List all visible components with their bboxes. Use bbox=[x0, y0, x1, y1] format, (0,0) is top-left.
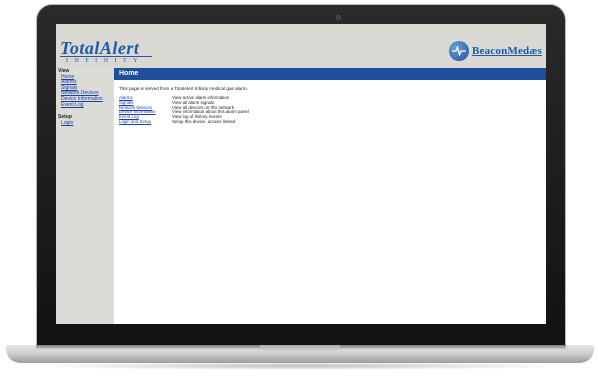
main-content: Home This page is served from a TotalAle… bbox=[114, 68, 546, 324]
intro-text: This page is served from a TotalAlert In… bbox=[119, 86, 248, 91]
laptop-shadow bbox=[24, 362, 576, 370]
beacon-wordmark: BeaconMedæs bbox=[471, 45, 542, 57]
infinity-wordmark: INFINITY bbox=[66, 58, 144, 64]
logo-rule bbox=[60, 56, 152, 57]
beaconmedaes-logo: BeaconMedæs bbox=[448, 40, 542, 62]
list-item: Login and Setup Setup this device, acces… bbox=[119, 118, 249, 125]
sidebar-item-login[interactable]: Login bbox=[58, 120, 114, 127]
sidebar: View Home Alarms Signals Network Devices… bbox=[56, 68, 114, 324]
heartbeat-icon bbox=[448, 41, 469, 61]
title-bar: Home bbox=[114, 68, 546, 80]
link-login-and-setup[interactable]: Login and Setup bbox=[119, 119, 172, 125]
sidebar-item-event-log[interactable]: Event Log bbox=[58, 102, 114, 109]
link-list: Alarms View active alarm information Sig… bbox=[119, 95, 249, 125]
laptop-notch bbox=[260, 345, 340, 351]
page-header: TotalAlert INFINITY BeaconMedæs bbox=[56, 24, 546, 68]
laptop-screen: TotalAlert INFINITY BeaconMedæs View Hom… bbox=[56, 24, 546, 324]
link-description: Setup this device, access limited bbox=[172, 118, 236, 124]
camera-icon bbox=[336, 15, 341, 20]
page-title: Home bbox=[119, 70, 139, 77]
